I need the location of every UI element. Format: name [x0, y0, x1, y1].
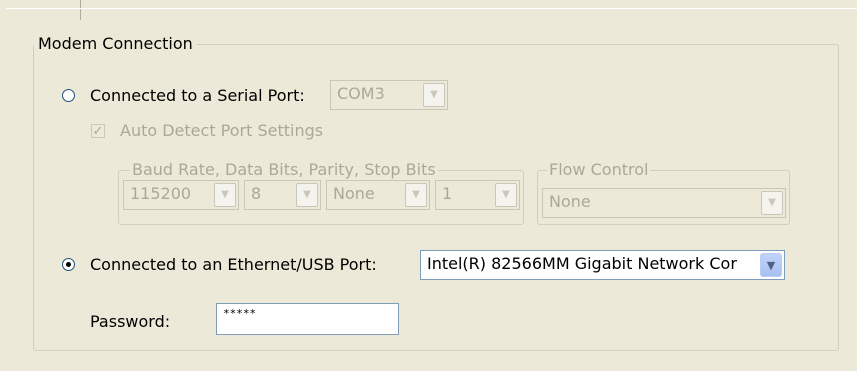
baud-rate-value: 115200: [130, 184, 192, 203]
ethernet-port-label[interactable]: Connected to an Ethernet/USB Port:: [90, 254, 377, 276]
radio-selected-dot: [66, 262, 71, 267]
auto-detect-label[interactable]: Auto Detect Port Settings: [120, 120, 323, 142]
network-adapter-select[interactable]: Intel(R) 82566MM Gigabit Network Cor ▼: [420, 250, 785, 280]
data-bits-select[interactable]: 8 ▼: [244, 180, 321, 210]
stop-bits-dropdown-button[interactable]: ▼: [495, 183, 517, 207]
top-border-line: [6, 8, 857, 9]
stop-bits-value: 1: [442, 184, 453, 203]
chevron-down-icon: ▼: [221, 189, 229, 200]
auto-detect-checkbox[interactable]: ✓: [91, 124, 105, 138]
flow-control-dropdown-button[interactable]: ▼: [761, 191, 783, 215]
chevron-down-icon: ▼: [502, 189, 510, 200]
parity-dropdown-button[interactable]: ▼: [405, 183, 427, 207]
flow-control-value: None: [549, 192, 591, 211]
password-label: Password:: [90, 312, 171, 331]
flow-control-select[interactable]: None ▼: [542, 188, 786, 218]
com-port-select[interactable]: COM3 ▼: [330, 80, 448, 110]
checkmark-icon: ✓: [92, 123, 104, 139]
chevron-down-icon: ▼: [766, 258, 776, 272]
chevron-down-icon: ▼: [768, 197, 776, 208]
network-adapter-dropdown-button[interactable]: ▼: [760, 253, 782, 277]
port-settings-title: Baud Rate, Data Bits, Parity, Stop Bits: [130, 160, 438, 180]
data-bits-value: 8: [251, 184, 262, 203]
chevron-down-icon: ▼: [430, 89, 438, 100]
parity-select[interactable]: None ▼: [326, 180, 430, 210]
serial-port-radio[interactable]: [62, 89, 75, 102]
separator-line: [80, 0, 81, 20]
baud-rate-dropdown-button[interactable]: ▼: [214, 183, 236, 207]
chevron-down-icon: ▼: [303, 189, 311, 200]
password-field[interactable]: *****: [216, 303, 399, 335]
stop-bits-select[interactable]: 1 ▼: [435, 180, 520, 210]
com-port-dropdown-button[interactable]: ▼: [423, 83, 445, 107]
ethernet-port-radio[interactable]: [62, 258, 75, 271]
baud-rate-select[interactable]: 115200 ▼: [123, 180, 239, 210]
serial-port-label[interactable]: Connected to a Serial Port:: [90, 85, 305, 107]
network-adapter-value: Intel(R) 82566MM Gigabit Network Cor: [427, 254, 737, 273]
chevron-down-icon: ▼: [412, 189, 420, 200]
data-bits-dropdown-button[interactable]: ▼: [296, 183, 318, 207]
modem-connection-title: Modem Connection: [34, 34, 197, 54]
parity-value: None: [333, 184, 375, 203]
flow-control-title: Flow Control: [547, 160, 651, 180]
com-port-value: COM3: [337, 84, 385, 103]
